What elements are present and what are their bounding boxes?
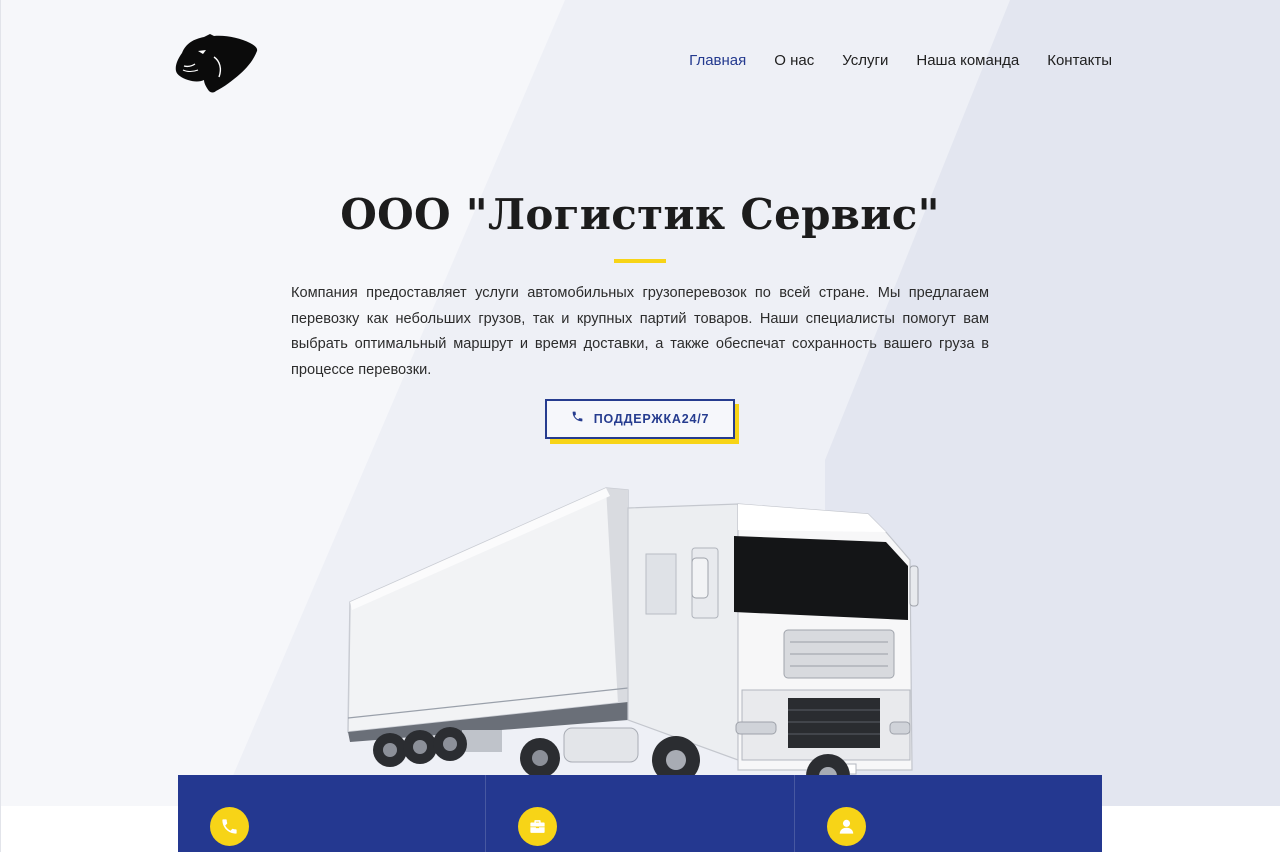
hero-description: Компания предоставляет услуги автомобиль…	[291, 285, 989, 378]
phone-icon	[210, 807, 249, 846]
nav-link-team[interactable]: Наша команда	[916, 52, 1019, 70]
nav-item-services: Услуги	[842, 52, 888, 70]
nav-link-contacts[interactable]: Контакты	[1047, 52, 1112, 70]
phone-icon	[571, 410, 584, 428]
support-button[interactable]: ПОДДЕРЖКА24/7	[545, 399, 735, 439]
support-button-label: ПОДДЕРЖКА24/7	[593, 412, 710, 426]
features-bar	[178, 775, 1102, 852]
page-edge	[0, 0, 1, 852]
nav-link-about[interactable]: О нас	[774, 52, 814, 70]
truck-image	[347, 487, 919, 800]
hero-title: ООО "Логистик Сервис"	[340, 190, 940, 239]
nav-link-services[interactable]: Услуги	[842, 52, 888, 70]
nav-link-home[interactable]: Главная	[689, 52, 746, 70]
main-nav: Главная О нас Услуги Наша команда Контак…	[689, 52, 1112, 70]
nav-item-team: Наша команда	[916, 52, 1019, 70]
nav-item-about: О нас	[774, 52, 814, 70]
feature-card	[795, 775, 1102, 852]
user-icon	[826, 807, 866, 846]
panther-head-icon[interactable]	[174, 33, 260, 95]
nav-item-home: Главная	[689, 52, 746, 70]
feature-card	[178, 775, 487, 852]
title-underline	[614, 259, 666, 263]
feature-card	[486, 775, 795, 852]
nav-item-contacts: Контакты	[1047, 52, 1112, 70]
briefcase-icon	[518, 807, 558, 846]
